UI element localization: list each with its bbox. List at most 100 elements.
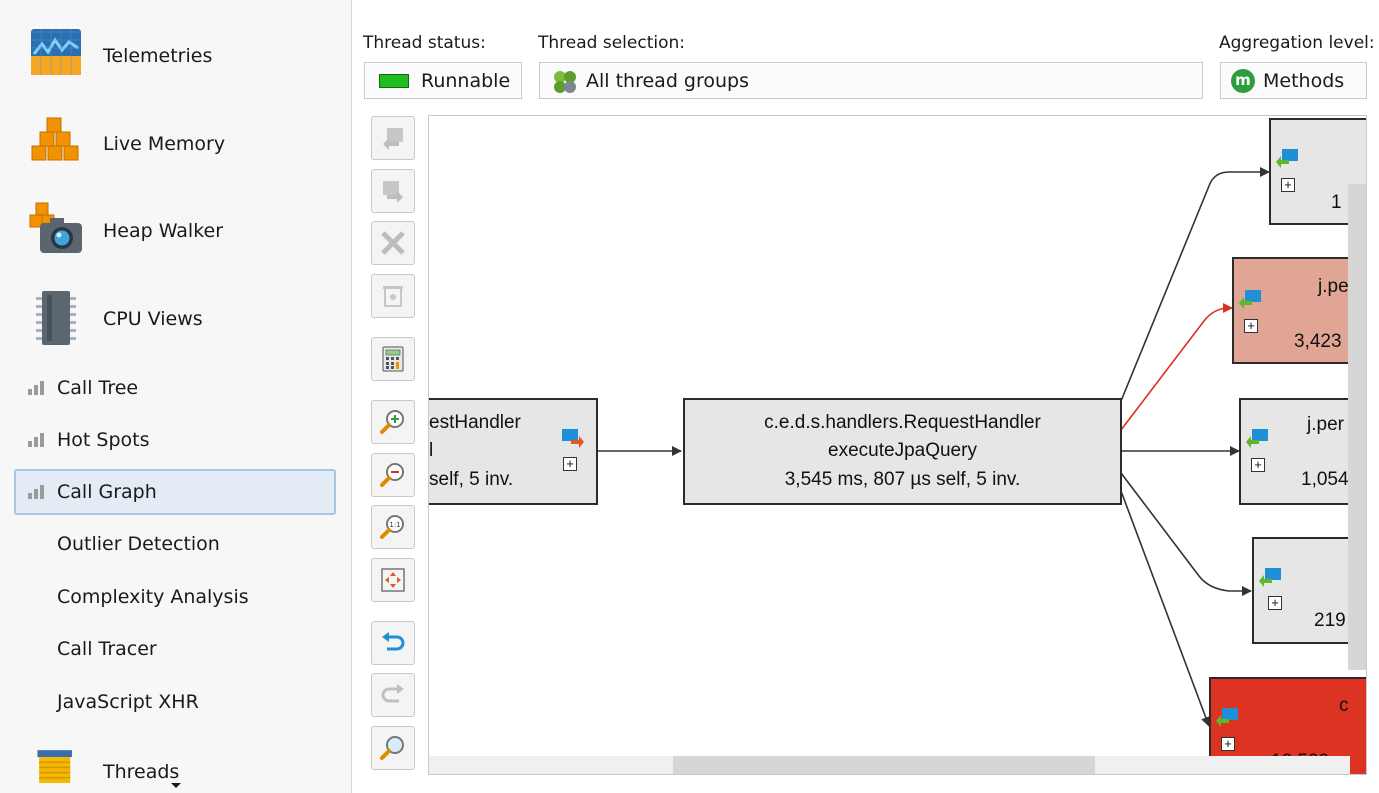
node-timing: self, 5 inv. bbox=[429, 469, 514, 490]
node-class-name: c.e.d.s.handlers.RequestHandler bbox=[764, 412, 1041, 433]
node-timing: 3,545 ms, 807 µs self, 5 inv. bbox=[784, 469, 1021, 490]
trash-icon bbox=[383, 286, 403, 307]
view-bars-icon bbox=[28, 485, 44, 499]
node-method-name: executeJpaQuery bbox=[828, 440, 977, 461]
graph-node-caller[interactable]: estHandler l self, 5 inv. + bbox=[429, 398, 598, 505]
node-class-name: c bbox=[1339, 695, 1349, 716]
horizontal-scrollbar-track bbox=[429, 756, 1350, 774]
sidebar-item-label: Heap Walker bbox=[103, 220, 224, 242]
back-icon bbox=[383, 128, 403, 150]
zoom-actual-size-icon: 1:1 bbox=[380, 515, 404, 539]
vertical-scrollbar[interactable] bbox=[1348, 184, 1366, 670]
thread-selection-value: All thread groups bbox=[586, 69, 749, 92]
redo-icon bbox=[381, 684, 404, 703]
threads-icon bbox=[37, 750, 72, 783]
view-bars-icon bbox=[28, 433, 44, 447]
calculator-icon bbox=[382, 346, 404, 372]
thread-selection-select[interactable]: All thread groups bbox=[539, 62, 1203, 99]
node-class-name: j.per bbox=[1307, 414, 1344, 435]
svg-text:1:1: 1:1 bbox=[389, 521, 400, 529]
incoming-calls-icon bbox=[1246, 429, 1268, 448]
telemetries-icon bbox=[31, 29, 81, 75]
zoom-in-button[interactable] bbox=[371, 400, 415, 444]
sidebar: Telemetries Live Memory Heap Walker CPU … bbox=[0, 0, 352, 793]
calculator-button[interactable] bbox=[371, 337, 415, 381]
graph-edge bbox=[1120, 472, 1252, 596]
incoming-calls-icon bbox=[1239, 290, 1261, 309]
incoming-calls-icon bbox=[1276, 149, 1298, 168]
trash-button[interactable] bbox=[371, 274, 415, 318]
aggregation-level-label: Aggregation level: bbox=[1219, 33, 1375, 53]
sidebar-item-telemetries[interactable]: Telemetries bbox=[0, 14, 351, 94]
view-bars-icon bbox=[28, 381, 44, 395]
sidebar-item-cpu-views[interactable]: CPU Views bbox=[0, 277, 351, 357]
heap-walker-icon bbox=[29, 202, 82, 253]
chevron-down-icon[interactable] bbox=[170, 782, 182, 790]
sidebar-item-label: Call Tree bbox=[57, 377, 139, 399]
node-timing: 219 bbox=[1314, 610, 1346, 631]
outgoing-calls-icon bbox=[562, 429, 584, 448]
sidebar-item-label: Call Graph bbox=[57, 481, 157, 503]
incoming-calls-icon bbox=[1216, 708, 1238, 727]
call-graph-window: Telemetries Live Memory Heap Walker CPU … bbox=[0, 0, 1379, 793]
sidebar-item-label: Live Memory bbox=[103, 133, 226, 155]
expand-node-icon[interactable]: + bbox=[1221, 737, 1235, 751]
zoom-in-icon bbox=[380, 410, 404, 434]
sidebar-item-hot-spots[interactable]: Hot Spots bbox=[14, 417, 336, 463]
thread-status-select[interactable]: Runnable bbox=[364, 62, 522, 99]
fit-content-icon bbox=[381, 568, 405, 592]
delete-icon bbox=[381, 231, 405, 255]
thread-status-value: Runnable bbox=[421, 69, 511, 92]
sidebar-item-label: Hot Spots bbox=[57, 429, 150, 451]
graph-edge bbox=[1120, 490, 1211, 727]
undo-button[interactable] bbox=[371, 621, 415, 665]
node-timing: 1,054 bbox=[1301, 469, 1349, 490]
runnable-status-indicator-icon bbox=[379, 74, 409, 88]
back-button[interactable] bbox=[371, 116, 415, 160]
expand-node-icon[interactable]: + bbox=[1281, 178, 1295, 192]
sidebar-item-call-graph[interactable]: Call Graph bbox=[14, 469, 336, 515]
expand-node-icon[interactable]: + bbox=[1244, 319, 1258, 333]
expand-node-icon[interactable]: + bbox=[563, 457, 577, 471]
zoom-out-button[interactable] bbox=[371, 453, 415, 497]
methods-badge-icon: m bbox=[1231, 69, 1255, 93]
forward-icon bbox=[383, 181, 403, 203]
expand-node-icon[interactable]: + bbox=[1268, 596, 1282, 610]
incoming-calls-icon bbox=[1259, 568, 1281, 587]
sidebar-item-outlier-detection[interactable]: Outlier Detection bbox=[57, 533, 220, 555]
thread-selection-label: Thread selection: bbox=[538, 33, 685, 53]
fit-content-button[interactable] bbox=[371, 558, 415, 602]
sidebar-item-label: CPU Views bbox=[103, 308, 203, 330]
zoom-out-icon bbox=[380, 463, 404, 487]
sidebar-item-threads[interactable]: Threads bbox=[0, 735, 351, 793]
graph-edge-hot bbox=[1120, 303, 1233, 431]
forward-button[interactable] bbox=[371, 169, 415, 213]
sidebar-item-call-tracer[interactable]: Call Tracer bbox=[57, 638, 157, 660]
horizontal-scrollbar-thumb[interactable] bbox=[673, 756, 1095, 774]
sidebar-item-heap-walker[interactable]: Heap Walker bbox=[0, 189, 351, 269]
find-icon bbox=[380, 736, 404, 760]
graph-node-selected[interactable]: c.e.d.s.handlers.RequestHandler executeJ… bbox=[683, 398, 1122, 505]
call-graph-canvas[interactable]: estHandler l self, 5 inv. + c.e.d.s.hand… bbox=[428, 115, 1367, 775]
thread-groups-icon bbox=[554, 71, 576, 93]
sidebar-item-label: Threads bbox=[103, 761, 180, 783]
sidebar-item-complexity-analysis[interactable]: Complexity Analysis bbox=[57, 586, 249, 608]
sidebar-item-javascript-xhr[interactable]: JavaScript XHR bbox=[57, 691, 199, 713]
aggregation-level-select[interactable]: m Methods bbox=[1220, 62, 1367, 99]
zoom-actual-size-button[interactable]: 1:1 bbox=[371, 505, 415, 549]
expand-node-icon[interactable]: + bbox=[1251, 458, 1265, 472]
node-class-name: estHandler bbox=[429, 412, 521, 433]
node-timing: 3,423 bbox=[1294, 331, 1342, 352]
node-class-name: j.pe bbox=[1318, 276, 1349, 297]
find-button[interactable] bbox=[371, 726, 415, 770]
thread-status-label: Thread status: bbox=[363, 33, 486, 53]
sidebar-item-call-tree[interactable]: Call Tree bbox=[14, 365, 336, 411]
redo-button[interactable] bbox=[371, 673, 415, 717]
delete-button[interactable] bbox=[371, 221, 415, 265]
aggregation-level-value: Methods bbox=[1263, 69, 1345, 92]
graph-node-callee[interactable]: + j.pe 3,423 bbox=[1232, 257, 1366, 364]
sidebar-item-label: Telemetries bbox=[103, 45, 213, 67]
cpu-views-icon bbox=[36, 291, 76, 345]
sidebar-item-live-memory[interactable]: Live Memory bbox=[0, 102, 351, 182]
undo-icon bbox=[382, 632, 405, 651]
